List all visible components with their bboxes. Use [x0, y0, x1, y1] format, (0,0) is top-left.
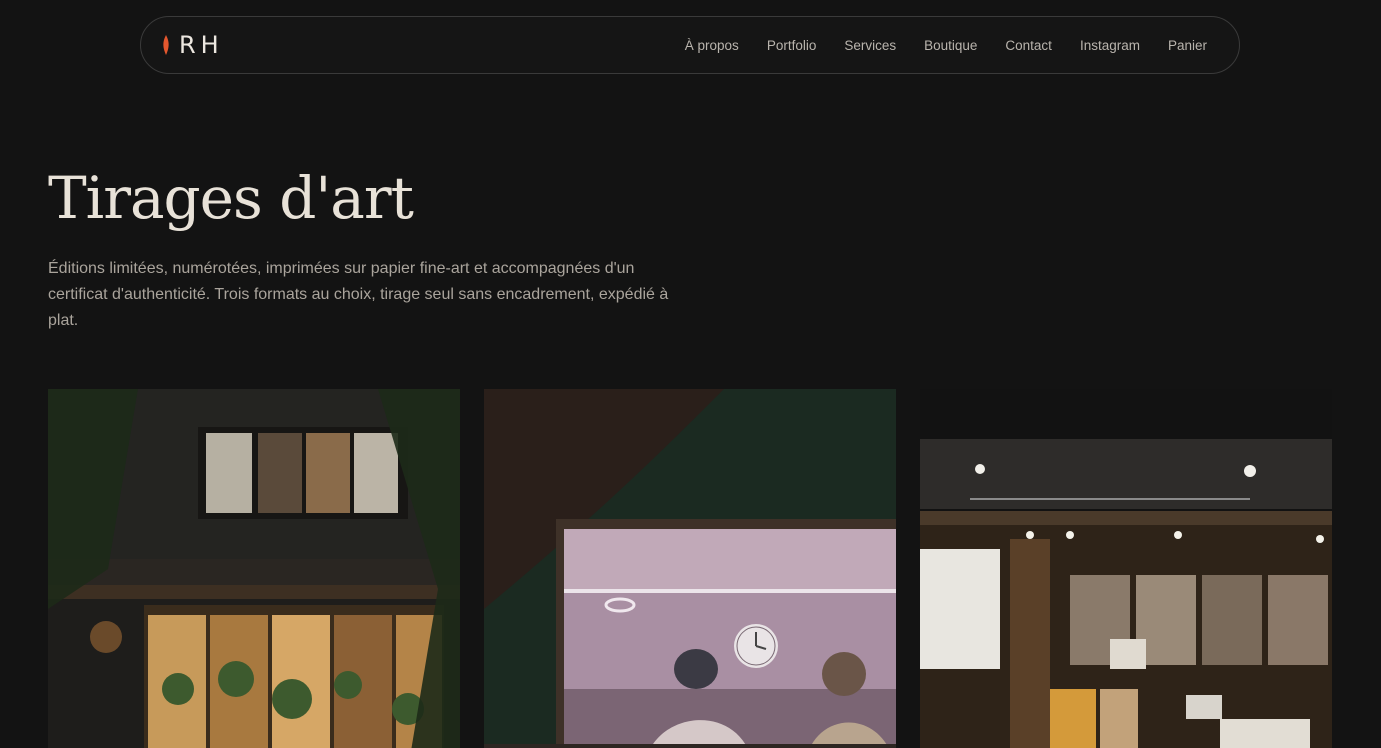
- page-description: Éditions limitées, numérotées, imprimées…: [48, 260, 669, 329]
- print-card-storefront[interactable]: [48, 389, 460, 748]
- print-gallery: [48, 389, 1332, 748]
- nav-link-portfolio[interactable]: Portfolio: [767, 38, 817, 53]
- logo[interactable]: RH: [161, 31, 224, 59]
- storefront-night-photo: [48, 389, 460, 748]
- nav-link-boutique[interactable]: Boutique: [924, 38, 977, 53]
- logo-text: RH: [179, 31, 224, 59]
- nav-link-contact[interactable]: Contact: [1005, 38, 1052, 53]
- nav-link-panier[interactable]: Panier: [1168, 38, 1207, 53]
- flame-icon: [163, 35, 169, 55]
- nav-link-services[interactable]: Services: [844, 38, 896, 53]
- page-title: Tirages d'art: [48, 164, 414, 232]
- izakaya-facade-photo: [920, 389, 1332, 748]
- nav-link-instagram[interactable]: Instagram: [1080, 38, 1140, 53]
- print-card-izakaya[interactable]: [920, 389, 1332, 748]
- main-nav: À propos Portfolio Services Boutique Con…: [685, 38, 1207, 53]
- top-navigation-bar: RH À propos Portfolio Services Boutique …: [140, 16, 1240, 74]
- window-clock-photo: [484, 389, 896, 748]
- nav-link-a-propos[interactable]: À propos: [685, 38, 739, 53]
- print-card-window-clock[interactable]: [484, 389, 896, 748]
